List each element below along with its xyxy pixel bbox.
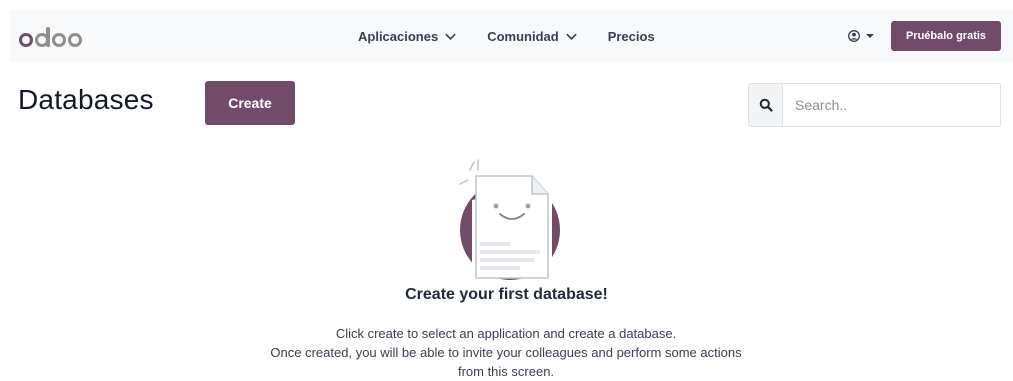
main-nav: Aplicaciones Comunidad Precios [358, 10, 655, 62]
odoo-logo[interactable] [19, 23, 82, 47]
logo-letter-d-stem [46, 27, 50, 47]
nav-item-label: Comunidad [487, 28, 559, 44]
logo-letter-o [19, 33, 33, 47]
description-line: Once created, you will be able to invite… [270, 345, 742, 360]
try-free-button[interactable]: Pruébalo gratis [891, 21, 1001, 51]
chevron-down-icon [565, 33, 577, 40]
page-title: Databases [18, 84, 154, 115]
empty-state-title: Create your first database! [405, 286, 608, 303]
create-database-button[interactable]: Create [205, 81, 295, 125]
nav-item-precios[interactable]: Precios [608, 29, 655, 44]
search-box [748, 83, 1001, 127]
nav-item-label: Aplicaciones [358, 28, 439, 44]
logo-letter-o [67, 33, 82, 47]
logo-letter-o [51, 33, 66, 47]
nav-item-label: Precios [607, 28, 655, 44]
nav-item-comunidad[interactable]: Comunidad [487, 29, 578, 44]
caret-down-icon [866, 34, 874, 38]
description-line: Click create to select an application an… [335, 326, 677, 341]
search-addon [749, 84, 783, 126]
chevron-down-icon [445, 33, 456, 40]
search-icon [759, 98, 773, 112]
smiling-document-icon [459, 159, 560, 280]
top-navbar: Aplicaciones Comunidad Precios Pruébalo … [10, 10, 1013, 62]
user-menu-toggle[interactable] [848, 27, 874, 45]
search-input[interactable] [783, 84, 1000, 126]
nav-item-aplicaciones[interactable]: Aplicaciones [358, 29, 457, 44]
empty-state-description: Click create to select an application an… [206, 324, 806, 381]
description-line: from this screen. [457, 364, 555, 379]
user-circle-icon [848, 30, 860, 42]
